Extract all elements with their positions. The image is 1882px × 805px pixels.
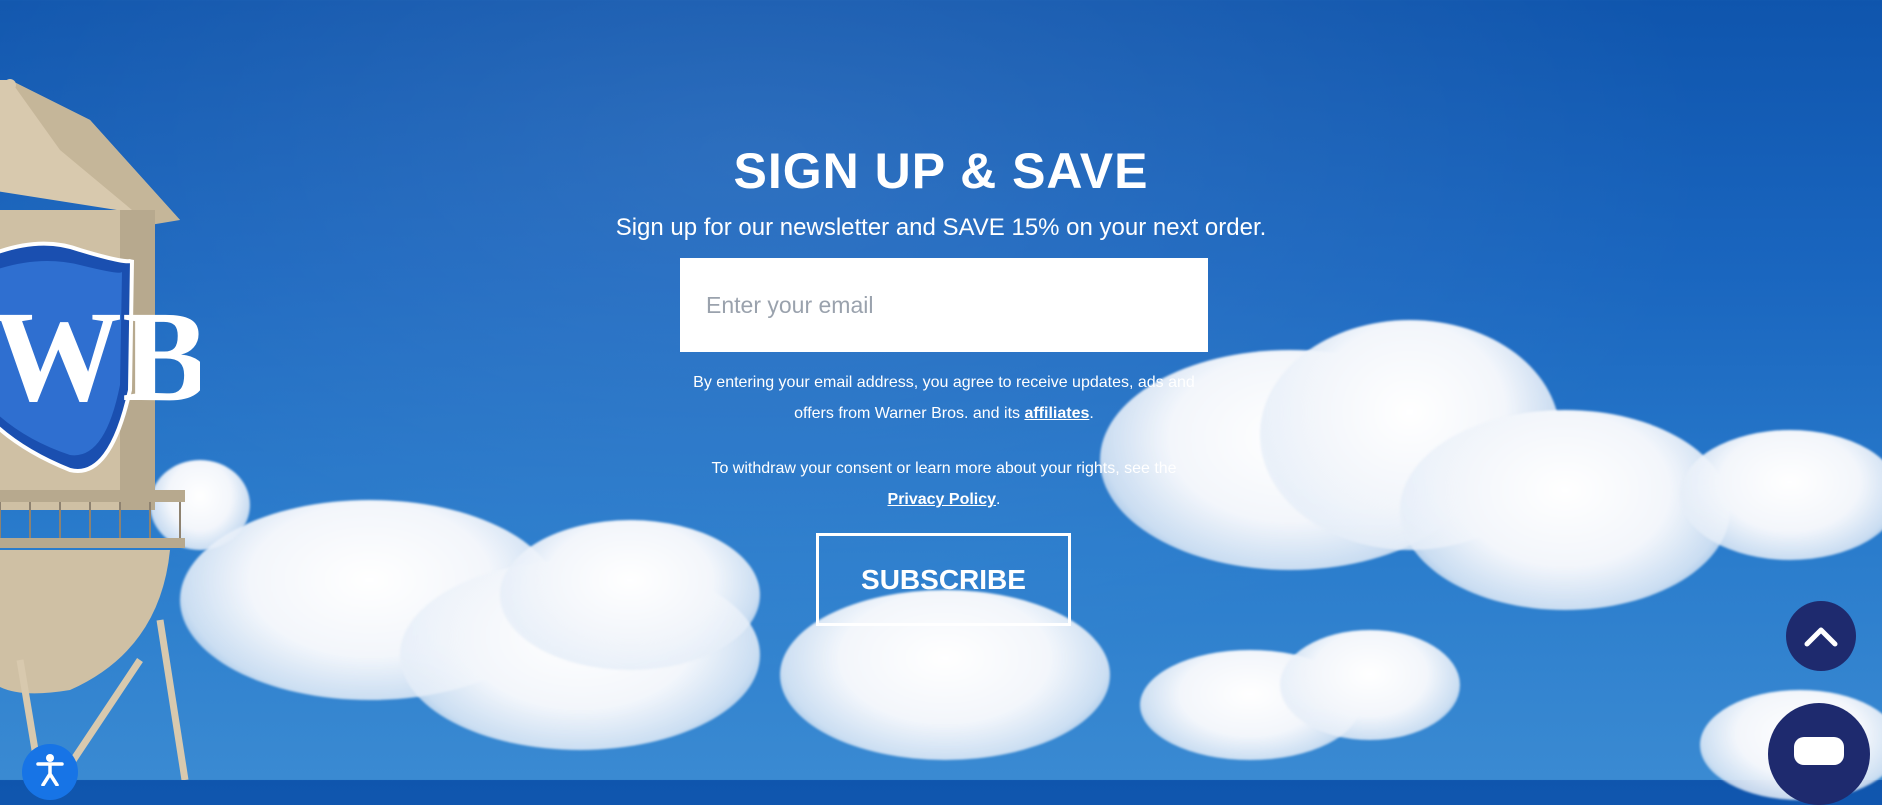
withdraw-consent-text: To withdraw your consent or learn more a… <box>711 460 1177 508</box>
chat-button[interactable] <box>1768 703 1870 805</box>
accessibility-button[interactable] <box>22 744 78 800</box>
newsletter-section: SIGN UP & SAVE Sign up for our newslette… <box>0 0 1882 780</box>
subscribe-button[interactable]: SUBSCRIBE <box>816 533 1071 626</box>
newsletter-subtitle: Sign up for our newsletter and SAVE 15% … <box>615 214 1267 241</box>
affiliates-link[interactable]: affiliates <box>1024 405 1089 422</box>
email-input[interactable] <box>680 258 1208 352</box>
accessibility-icon <box>36 754 64 786</box>
scroll-to-top-button[interactable] <box>1786 601 1856 671</box>
privacy-policy-link[interactable]: Privacy Policy <box>888 491 997 508</box>
chevron-up-icon <box>1804 627 1838 647</box>
newsletter-title: SIGN UP & SAVE <box>733 143 1149 199</box>
chat-bubble-icon <box>1794 737 1844 765</box>
consent-text: By entering your email address, you agre… <box>693 374 1195 422</box>
